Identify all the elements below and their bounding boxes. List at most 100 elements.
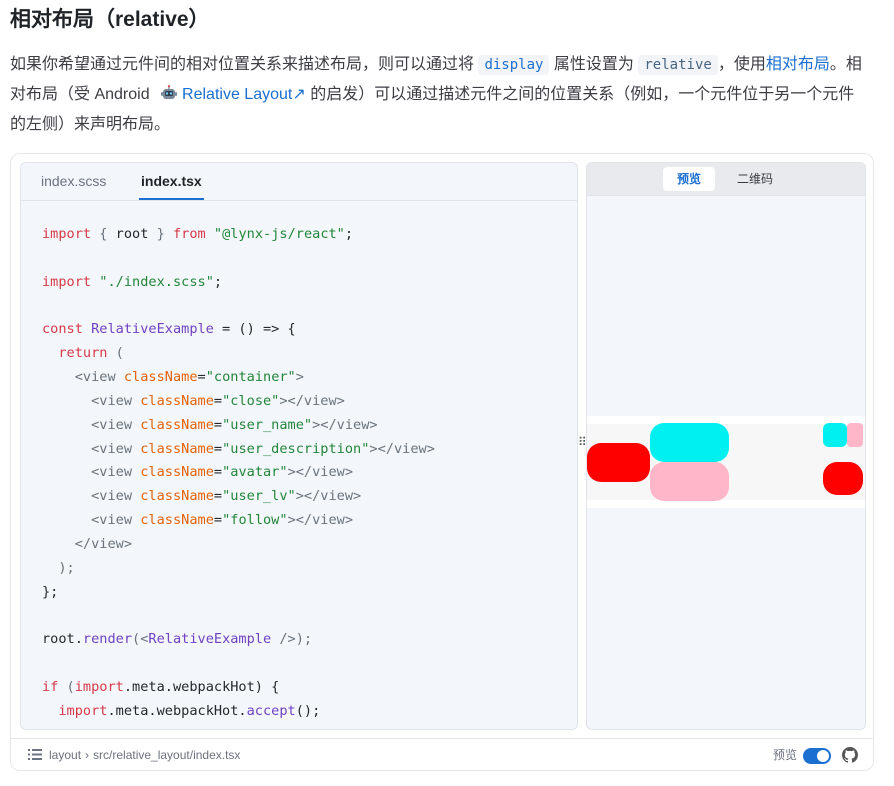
github-icon[interactable] [842, 747, 858, 763]
code-token: = [213, 512, 223, 529]
code-token: if [42, 679, 59, 696]
code-token: } [148, 226, 173, 242]
code-token: from [172, 226, 206, 242]
intro-text-2: 属性设置为 [549, 56, 639, 73]
code-token: > [295, 369, 304, 386]
code-token: <view [74, 369, 124, 386]
user-description-box [650, 462, 729, 501]
code-token: ; [213, 273, 223, 290]
code-token: "avatar" [222, 464, 288, 481]
code-token: RelativeExample [148, 631, 272, 648]
breadcrumb: layout › src/relative_layout/index.tsx [49, 739, 240, 771]
page-title: 相对布局（relative） [10, 8, 210, 31]
android-link-label: Relative Layout [182, 86, 293, 103]
code-demo-card: index.scss index.tsx import { root } fro… [10, 153, 874, 771]
preview-panel: 预览 二维码 [586, 162, 866, 730]
code-token: }; [42, 583, 59, 600]
code-token: "user_name" [222, 416, 313, 433]
code-token: accept [246, 702, 296, 719]
code-token: import [42, 226, 92, 242]
code-token: (); [295, 702, 321, 719]
code-token: const [42, 321, 83, 338]
intro-text-1: 如果你希望通过元件间的相对位置关系来描述布局，则可以通过将 [10, 56, 479, 73]
close-box [847, 423, 863, 447]
code-token: "container" [205, 369, 296, 386]
resize-handle[interactable]: ⠿ [578, 436, 587, 448]
code-token: = () => { [213, 321, 296, 338]
relative-layout-link[interactable]: 相对布局 [766, 56, 830, 73]
code-token: ( [58, 679, 75, 696]
code-token: ></view> [279, 392, 345, 409]
file-tabs: index.scss index.tsx [21, 163, 577, 201]
code-token: ></view> [287, 512, 354, 529]
code-token: import [42, 273, 92, 290]
avatar-box [587, 443, 650, 482]
code-token: "user_description" [222, 440, 370, 457]
code-token: className [140, 440, 214, 457]
tab-index-tsx[interactable]: index.tsx [139, 163, 204, 200]
code-token: ); [58, 559, 75, 576]
code-token: = [213, 488, 223, 505]
code-token: className [140, 512, 214, 529]
toggle-knob [817, 750, 829, 762]
code-token: <view [91, 392, 141, 409]
list-icon[interactable] [28, 748, 42, 761]
tab-preview[interactable]: 预览 [663, 167, 715, 191]
code-token: <view [91, 416, 141, 433]
code-token: ></view> [287, 464, 354, 481]
code-token: { [91, 226, 116, 242]
code-display: display [478, 55, 550, 75]
code-token: render [82, 631, 133, 648]
code-token: = [213, 440, 223, 457]
code-token: .meta.webpackHot) { [123, 679, 280, 696]
code-token: = [197, 369, 206, 386]
code-editor-panel: index.scss index.tsx import { root } fro… [20, 162, 578, 730]
preview-tabs: 预览 二维码 [587, 163, 865, 196]
code-token: root. [42, 631, 83, 648]
code-token: return [58, 345, 108, 362]
code-token: <view [91, 464, 141, 481]
code-token: = [213, 464, 223, 481]
external-link-icon: ↗ [292, 86, 306, 103]
code-token: = [213, 392, 223, 409]
code-token: (< [132, 631, 149, 648]
code-block: import { root } from "@lynx-js/react"; i… [42, 223, 435, 724]
code-token: <view [91, 440, 141, 457]
preview-render-area [587, 416, 865, 508]
tab-qrcode[interactable]: 二维码 [725, 167, 785, 191]
code-token: root [115, 226, 149, 242]
code-token: "follow" [222, 512, 288, 529]
code-token: <view [91, 512, 141, 529]
breadcrumb-separator-icon: › [85, 748, 90, 762]
code-token: "close" [222, 392, 280, 409]
follow-box [823, 462, 863, 495]
code-token: />); [271, 631, 313, 648]
code-token: ></view> [295, 488, 362, 505]
code-token: RelativeExample [91, 321, 214, 338]
code-token: .meta.webpackHot. [107, 702, 247, 719]
intro-paragraph: 如果你希望通过元件间的相对位置关系来描述布局，则可以通过将 display 属性… [10, 50, 868, 140]
code-token: className [140, 488, 214, 505]
code-token: = [213, 416, 223, 433]
code-token: ; [344, 226, 354, 242]
code-token: ( [107, 345, 124, 362]
code-relative: relative [638, 55, 718, 75]
user-name-box [650, 423, 729, 462]
code-token: import [74, 679, 124, 696]
code-token: className [140, 464, 214, 481]
code-token: </view> [74, 535, 133, 552]
code-token: "@lynx-js/react" [213, 226, 345, 242]
code-token: "user_lv" [222, 488, 296, 505]
tab-index-scss[interactable]: index.scss [41, 163, 106, 200]
android-relative-layout-link[interactable]: Relative Layout↗ [182, 86, 306, 103]
android-robot-icon [160, 83, 178, 100]
code-token: className [123, 369, 198, 386]
relative-container [587, 423, 865, 501]
demo-footer: layout › src/relative_layout/index.tsx 预览 [11, 738, 873, 771]
code-token: import [58, 702, 108, 719]
breadcrumb-path: src/relative_layout/index.tsx [93, 748, 241, 762]
preview-toggle[interactable] [803, 748, 831, 764]
breadcrumb-root[interactable]: layout [49, 748, 81, 762]
code-token: className [140, 392, 214, 409]
code-token: className [140, 416, 214, 433]
